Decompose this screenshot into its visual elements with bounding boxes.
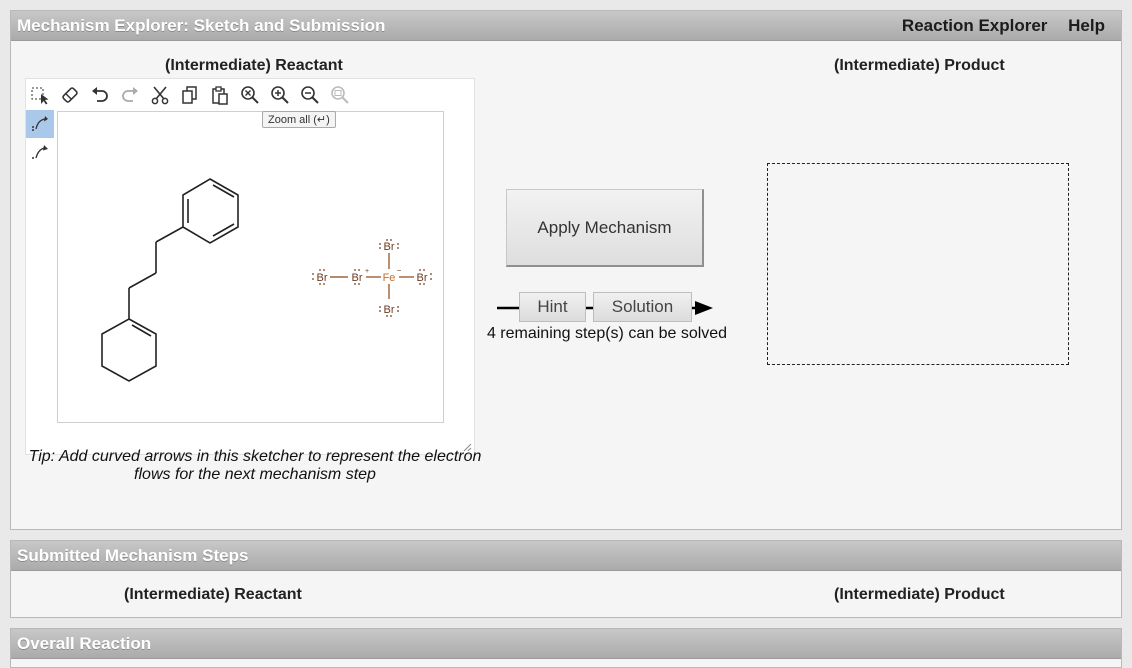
copy-icon[interactable] [179, 84, 201, 106]
reactant-title: (Intermediate) Reactant [165, 57, 343, 74]
remaining-steps-text: 4 remaining step(s) can be solved [486, 325, 728, 342]
bromine-atom: Br [384, 241, 395, 253]
submitted-steps-title: Submitted Mechanism Steps [17, 546, 249, 565]
eraser-icon[interactable] [59, 84, 81, 106]
minus-charge: − [397, 266, 402, 275]
panel-header: Submitted Mechanism Steps [11, 541, 1121, 571]
cut-icon[interactable] [149, 84, 171, 106]
submitted-product-title: (Intermediate) Product [834, 586, 1005, 603]
bromine-atom: Br [384, 304, 395, 316]
overall-reaction-panel: Overall Reaction [10, 628, 1122, 668]
paste-icon[interactable] [209, 84, 231, 106]
iron-atom: Fe [383, 272, 396, 284]
redo-icon[interactable] [119, 84, 141, 106]
molecule-sketcher[interactable]: Br Br + Fe − Br Br Br Zoom all (↵) [25, 78, 475, 455]
panel-header: Mechanism Explorer: Sketch and Submissio… [11, 11, 1121, 41]
hint-button[interactable]: Hint [519, 292, 586, 322]
zoom-reset-icon[interactable] [329, 84, 351, 106]
zoom-all-icon[interactable] [239, 84, 261, 106]
submitted-steps-panel: Submitted Mechanism Steps (Intermediate)… [10, 540, 1122, 618]
iron-bromide-complex [330, 253, 414, 299]
submitted-reactant-title: (Intermediate) Reactant [124, 586, 302, 603]
solution-button[interactable]: Solution [593, 292, 692, 322]
curved-arrow-single-icon[interactable] [26, 139, 54, 167]
help-link[interactable]: Help [1068, 16, 1105, 35]
undo-icon[interactable] [89, 84, 111, 106]
zoom-out-icon[interactable] [299, 84, 321, 106]
sketch-canvas[interactable]: Br Br + Fe − Br Br Br [57, 111, 444, 423]
bromine-atom: Br [417, 272, 428, 284]
apply-mechanism-button[interactable]: Apply Mechanism [506, 189, 704, 267]
overall-reaction-title: Overall Reaction [17, 634, 152, 653]
lone-pair-dots [312, 239, 432, 317]
curved-arrow-pair-icon[interactable] [26, 110, 54, 138]
select-icon[interactable] [29, 84, 51, 106]
bromine-atom: Br [317, 272, 328, 284]
bromine-atom: Br [352, 272, 363, 284]
alkyl-chain [128, 226, 184, 319]
product-drop-area [767, 163, 1069, 365]
molecule-drawing: Br Br + Fe − Br Br Br [101, 178, 432, 382]
sketch-submission-panel: Mechanism Explorer: Sketch and Submissio… [10, 10, 1122, 530]
zoom-in-icon[interactable] [269, 84, 291, 106]
reaction-explorer-link[interactable]: Reaction Explorer [902, 16, 1048, 35]
page-title: Mechanism Explorer: Sketch and Submissio… [17, 16, 386, 35]
cyclohexene-ring [101, 318, 157, 382]
benzene-ring [182, 178, 239, 244]
zoom-all-tooltip: Zoom all (↵) [262, 111, 336, 128]
product-title: (Intermediate) Product [834, 57, 1005, 74]
sketcher-tip: Tip: Add curved arrows in this sketcher … [28, 448, 482, 483]
plus-charge: + [365, 268, 369, 275]
